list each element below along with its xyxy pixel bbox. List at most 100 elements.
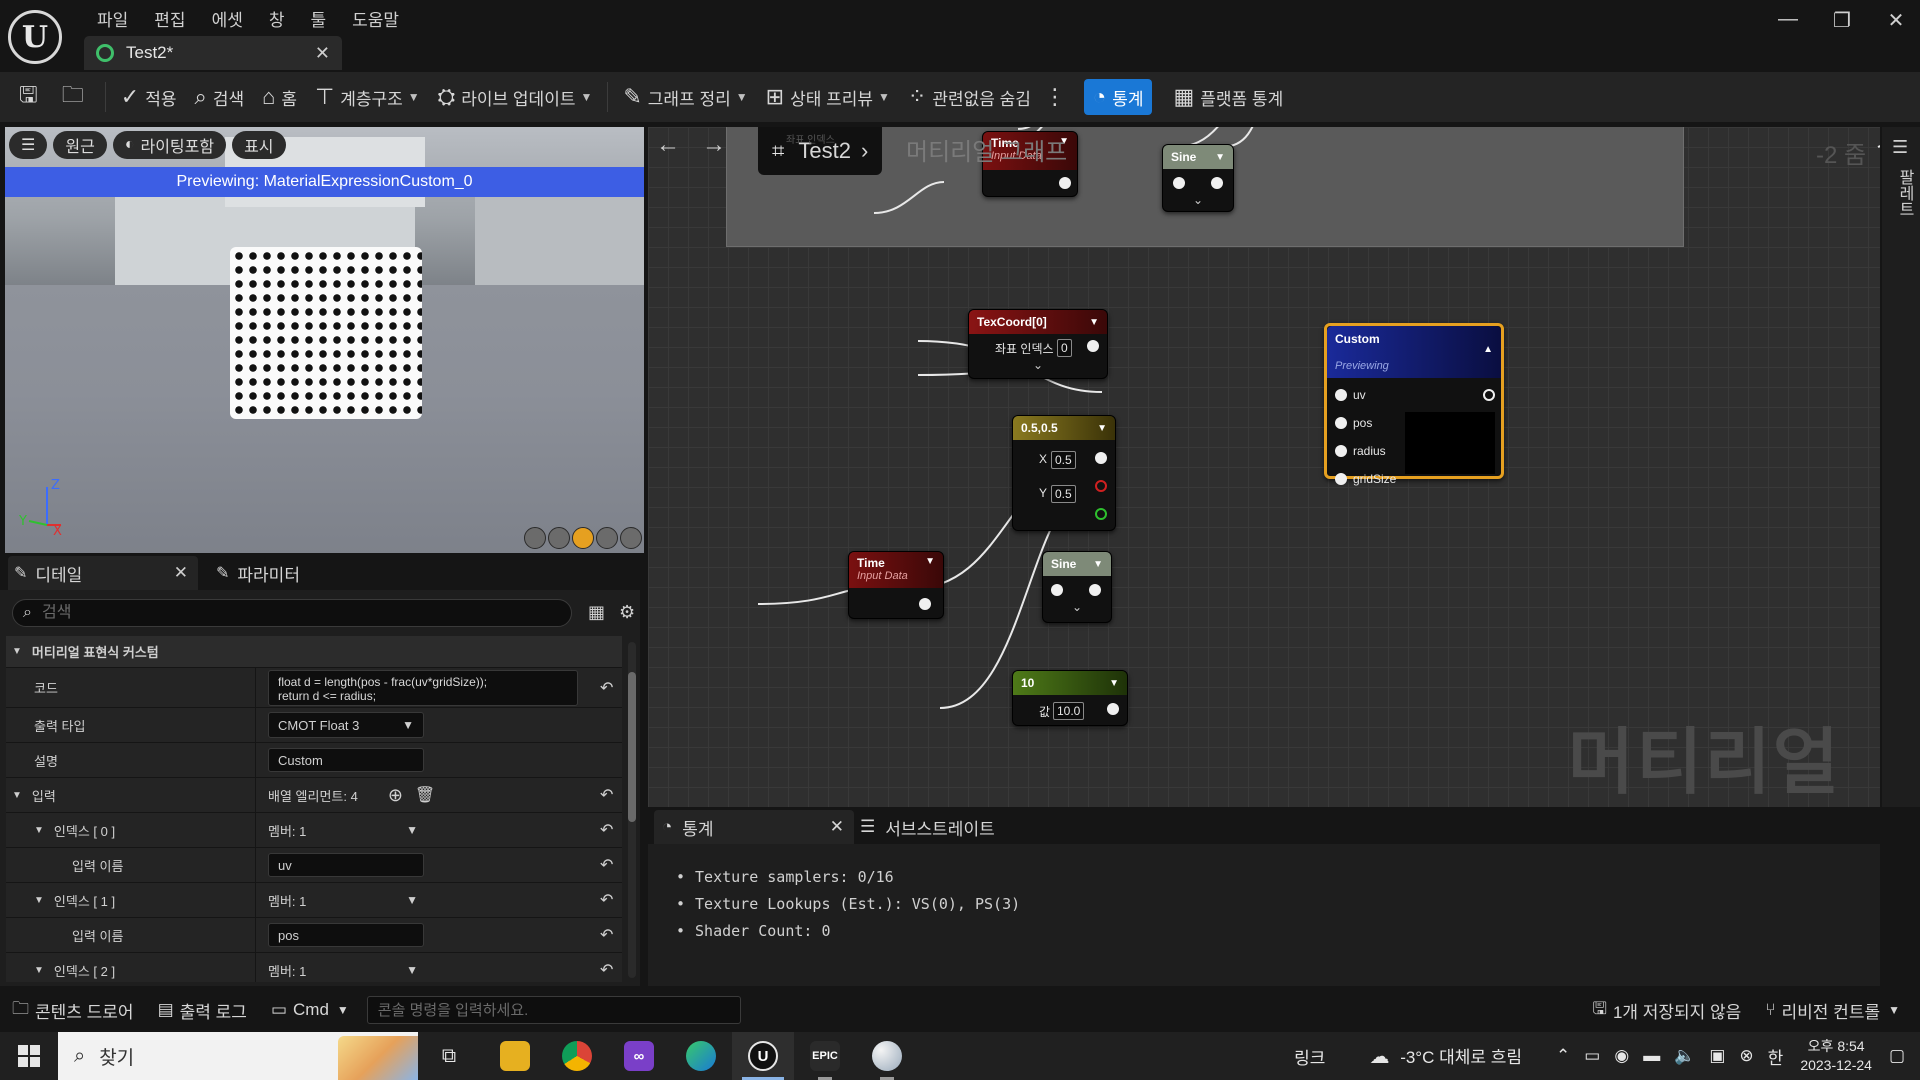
start-button[interactable] <box>0 1032 58 1080</box>
content-drawer-button[interactable]: 🗀 콘텐츠 드로어 <box>0 990 146 1030</box>
chevron-down-icon[interactable]: ▼ <box>1109 678 1119 689</box>
value-field[interactable]: 10.0 <box>1053 702 1085 720</box>
menu-asset[interactable]: 에셋 <box>199 4 256 33</box>
code-editor[interactable]: float d = length(pos - frac(uv*gridSize)… <box>268 669 578 706</box>
node-constant2[interactable]: 0.5,0.5 ▼ X 0.5 Y 0.5 <box>1012 415 1116 531</box>
add-element-icon[interactable]: ⊕ <box>388 785 403 806</box>
chevron-up-icon[interactable]: ⌃ <box>1549 1046 1577 1066</box>
tab-parameters[interactable]: ✎ 파라미터 <box>212 556 300 590</box>
input-pin-pos[interactable] <box>1335 417 1347 429</box>
category-header[interactable]: ▼ 머티리얼 표현식 커스텀 <box>6 636 622 668</box>
close-circle-icon[interactable]: ⊗ <box>1732 1046 1760 1066</box>
x-field[interactable]: 0.5 <box>1051 451 1076 469</box>
member-dropdown[interactable]: 멤버: 1 ▼ <box>268 883 418 917</box>
tab-stats[interactable]: ◔ 통계 ✕ <box>654 810 854 844</box>
revision-control-button[interactable]: ⑂ 리비전 컨트롤 ▼ <box>1753 990 1912 1030</box>
reset-icon[interactable]: ↶ <box>600 820 613 840</box>
cylinder-preview-icon[interactable] <box>524 527 546 549</box>
webcam-icon[interactable]: ◉ <box>1607 1046 1636 1066</box>
trash-icon[interactable]: 🗑 <box>415 785 435 805</box>
close-tab-icon[interactable]: ✕ <box>174 563 188 583</box>
node-time[interactable]: Time Input Data ▼ <box>848 551 944 619</box>
reset-icon[interactable]: ↶ <box>600 855 613 875</box>
live-update-button[interactable]: ⛭ 라이브 업데이트 ▼ <box>429 79 602 115</box>
close-window-button[interactable]: ✕ <box>1876 8 1916 33</box>
minimize-button[interactable]: — <box>1768 8 1808 31</box>
details-search-input[interactable] <box>41 604 522 622</box>
preview-viewport[interactable]: ☰ 원근 ◐ 라이팅포함 표시 Previewing: MaterialExpr… <box>5 127 644 553</box>
platform-stats-button[interactable]: ▦ 플랫폼 통계 <box>1164 79 1292 115</box>
edge-button[interactable] <box>670 1032 732 1080</box>
property-label[interactable]: ▼ 인덱스 [ 0 ] <box>6 813 256 847</box>
node-custom[interactable]: Custom Previewing ▲ uv pos radius gridSi… <box>1324 323 1504 486</box>
epic-games-button[interactable]: EPIC <box>794 1032 856 1080</box>
chevron-down-icon[interactable]: ▼ <box>925 556 935 567</box>
texcoord-index-field[interactable]: 0 <box>1057 339 1072 357</box>
node-constant[interactable]: 10 ▼ 값 10.0 <box>1012 670 1128 726</box>
plane-preview-icon[interactable] <box>572 527 594 549</box>
node-sine-top[interactable]: Sine ▼ ⌄ <box>1162 144 1234 212</box>
scrollbar-thumb[interactable] <box>628 672 636 822</box>
clock[interactable]: 오후 8:54 2023-12-24 <box>1790 1037 1882 1075</box>
document-tab[interactable]: Test2* ✕ <box>84 36 342 70</box>
unsaved-button[interactable]: 🖫 1개 저장되지 않음 <box>1580 990 1753 1030</box>
node-sine[interactable]: Sine ▼ ⌄ <box>1042 551 1112 623</box>
output-pin[interactable] <box>1483 389 1495 401</box>
property-label[interactable]: ▼ 인덱스 [ 2 ] <box>6 953 256 982</box>
stats-button[interactable]: ◔ 통계 <box>1083 79 1153 115</box>
cube-preview-icon[interactable] <box>596 527 618 549</box>
console-input[interactable] <box>377 1001 728 1019</box>
volume-icon[interactable]: 🔈 <box>1667 1046 1702 1066</box>
unreal-logo-icon[interactable]: U <box>8 10 62 64</box>
reset-icon[interactable]: ↶ <box>600 785 613 805</box>
output-pin[interactable] <box>919 598 931 610</box>
y-field[interactable]: 0.5 <box>1051 485 1076 503</box>
expand-chevron-icon[interactable]: ⌄ <box>1043 600 1111 614</box>
input-pin-gridsize[interactable] <box>1335 473 1347 485</box>
viewport-menu-button[interactable]: ☰ <box>9 131 48 159</box>
node-texcoord[interactable]: TexCoord[0] ▼ 좌표 인덱스 0 ⌄ <box>968 309 1108 379</box>
taskbar-search[interactable]: ⌕ 찾기 <box>58 1032 418 1080</box>
menu-file[interactable]: 파일 <box>84 4 141 33</box>
output-pin[interactable] <box>1095 452 1107 464</box>
menu-edit[interactable]: 편집 <box>141 4 198 33</box>
task-view-button[interactable]: ⧉ <box>418 1032 480 1080</box>
close-tab-icon[interactable]: ✕ <box>830 817 844 837</box>
display-icon[interactable]: ▣ <box>1702 1046 1732 1066</box>
input-pin-uv[interactable] <box>1335 389 1347 401</box>
hierarchy-button[interactable]: ⊤ 계층구조 ▼ <box>306 79 429 115</box>
state-preview-button[interactable]: ⊞ 상태 프리뷰 ▼ <box>757 79 899 115</box>
save-button[interactable]: 🖫 <box>10 79 53 115</box>
chrome-button[interactable] <box>546 1032 608 1080</box>
output-pin-red[interactable] <box>1095 480 1107 492</box>
unreal-engine-button[interactable]: U <box>732 1032 794 1080</box>
expand-chevron-icon[interactable]: ⌄ <box>969 358 1107 372</box>
tab-substrate[interactable]: ☰ 서브스트레이트 <box>860 810 995 844</box>
property-label[interactable]: ▼ 인덱스 [ 1 ] <box>6 883 256 917</box>
input-pin[interactable] <box>1051 584 1063 596</box>
details-scrollbar[interactable] <box>628 642 636 978</box>
input-name-field[interactable]: pos <box>268 923 424 947</box>
chevron-down-icon[interactable]: ▼ <box>1097 423 1107 434</box>
output-pin[interactable] <box>1089 584 1101 596</box>
more-options-button[interactable]: ⋮ <box>1040 79 1076 115</box>
chevron-down-icon[interactable]: ▼ <box>1089 317 1099 328</box>
restore-button[interactable]: ❐ <box>1822 8 1862 33</box>
ime-indicator[interactable]: 한 <box>1761 1044 1791 1069</box>
network-monitor-icon[interactable]: ▭ <box>1577 1046 1607 1066</box>
forward-arrow-icon[interactable]: → <box>702 131 726 159</box>
visual-studio-button[interactable]: ∞ <box>608 1032 670 1080</box>
file-explorer-button[interactable] <box>484 1032 546 1080</box>
home-button[interactable]: ⌂ 홈 <box>253 79 306 115</box>
reset-icon[interactable]: ↶ <box>600 890 613 910</box>
back-arrow-icon[interactable]: ← <box>656 131 680 159</box>
perspective-button[interactable]: 원근 <box>53 131 107 159</box>
lit-mode-button[interactable]: ◐ 라이팅포함 <box>112 131 227 159</box>
member-dropdown[interactable]: 멤버: 1 ▼ <box>268 813 418 847</box>
output-type-dropdown[interactable]: CMOT Float 3 ▼ <box>268 712 424 738</box>
reset-icon[interactable]: ↶ <box>600 960 613 980</box>
close-tab-icon[interactable]: ✕ <box>315 43 330 64</box>
chevron-down-icon[interactable]: ▼ <box>1215 152 1225 163</box>
teapot-preview-icon[interactable] <box>620 527 642 549</box>
weather-widget[interactable]: ☁ -3°C 대체로 흐림 <box>1362 1043 1529 1069</box>
